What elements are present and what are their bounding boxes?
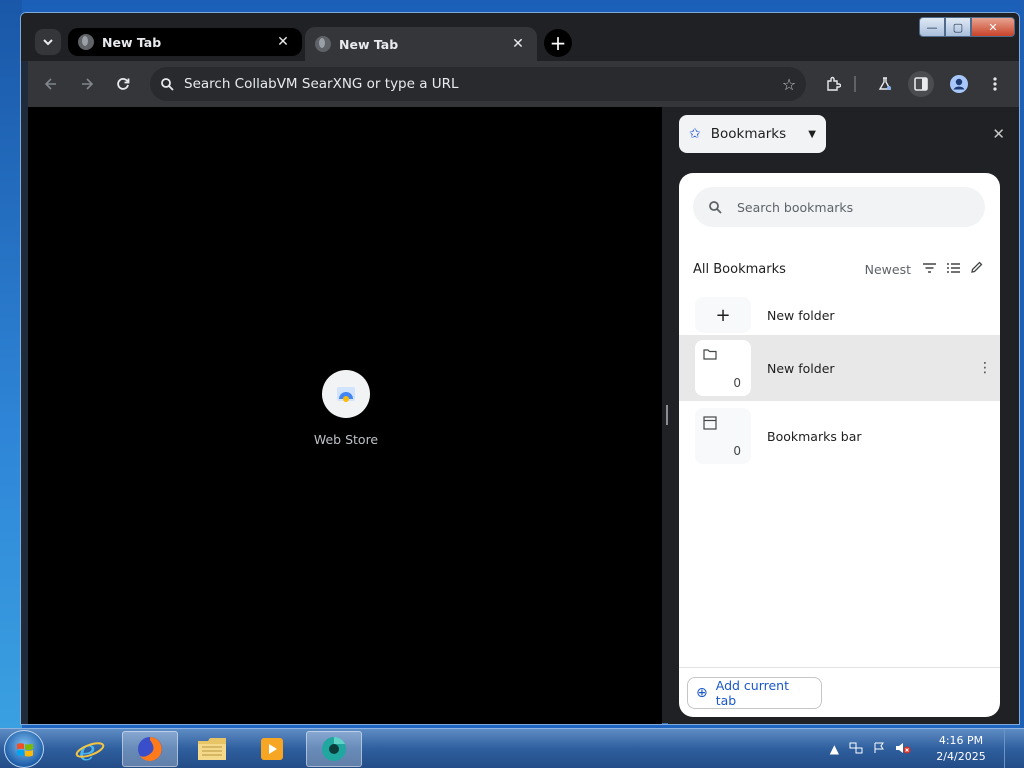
- close-icon[interactable]: ✕: [274, 34, 292, 50]
- new-tab-button[interactable]: +: [544, 29, 572, 57]
- sort-filter-icon[interactable]: [917, 262, 941, 277]
- tab-search-button[interactable]: [35, 29, 61, 55]
- new-tab-page: Web Store: [28, 107, 662, 724]
- bookmarks-search-input[interactable]: [737, 199, 957, 215]
- bookmark-item[interactable]: 0 New folder ⋮: [679, 335, 1000, 401]
- menu-kebab-icon[interactable]: [982, 71, 1008, 97]
- sort-button[interactable]: Newest: [865, 262, 911, 277]
- bookmark-thumbnail: 0: [695, 340, 751, 396]
- edit-pencil-icon[interactable]: [965, 261, 989, 277]
- bookmarks-search[interactable]: [693, 187, 985, 227]
- web-store-icon: [322, 370, 370, 418]
- address-bar-placeholder: Search CollabVM SearXNG or type a URL: [184, 76, 459, 92]
- side-panel-selector[interactable]: ✩ Bookmarks ▼: [679, 115, 826, 153]
- show-desktop-button[interactable]: [1004, 729, 1016, 768]
- reload-icon[interactable]: [110, 71, 136, 97]
- bookmark-name: New folder: [767, 360, 835, 376]
- tab-title: New Tab: [102, 34, 162, 50]
- volume-muted-icon[interactable]: [895, 742, 911, 757]
- folder-icon: [703, 348, 717, 363]
- media-player-icon[interactable]: [244, 731, 300, 767]
- bookmark-thumbnail: 0: [695, 408, 751, 464]
- shortcut-web-store[interactable]: Web Store: [314, 370, 378, 447]
- window-close-button[interactable]: ✕: [971, 17, 1015, 37]
- browser-toolbar: Search CollabVM SearXNG or type a URL ☆: [28, 61, 1019, 107]
- more-options-icon[interactable]: ⋮: [970, 360, 1000, 376]
- bookmarks-star-icon: ✩: [689, 126, 701, 142]
- search-icon: [150, 77, 184, 91]
- add-current-tab-button[interactable]: ⊕ Add current tab: [687, 677, 822, 709]
- tab-new-tab-1[interactable]: New Tab ✕: [68, 28, 302, 56]
- globe-icon: [315, 36, 331, 52]
- bookmarks-footer: ⊕ Add current tab: [679, 667, 1000, 717]
- clock-time: 4:16 PM: [938, 734, 984, 747]
- bookmark-item[interactable]: 0 Bookmarks bar: [679, 403, 1000, 469]
- action-center-flag-icon[interactable]: [873, 742, 885, 757]
- back-icon[interactable]: [38, 71, 64, 97]
- search-icon: [693, 200, 737, 214]
- view-list-icon[interactable]: [941, 262, 965, 277]
- list-title: All Bookmarks: [693, 261, 786, 277]
- desktop-background-right: [1020, 0, 1024, 728]
- side-panel-selector-label: Bookmarks: [710, 126, 787, 142]
- caret-down-icon: ▼: [808, 128, 816, 140]
- minimize-button[interactable]: —: [919, 17, 945, 37]
- bookmarks-list-header: All Bookmarks Newest: [693, 259, 989, 279]
- forward-icon[interactable]: [74, 71, 100, 97]
- add-current-tab-label: Add current tab: [715, 678, 790, 708]
- tab-title: New Tab: [339, 36, 399, 52]
- windows-logo-icon: [17, 743, 33, 757]
- file-explorer-icon[interactable]: [184, 731, 240, 767]
- globe-icon: [78, 34, 94, 50]
- system-tray: ▲ 4:16 PM 2/4/2025: [825, 729, 1016, 768]
- network-icon[interactable]: [849, 742, 863, 757]
- maximize-button[interactable]: ▢: [945, 17, 971, 37]
- bookmarks-bar-icon: [703, 416, 717, 433]
- start-button[interactable]: [4, 730, 44, 768]
- side-panel-icon[interactable]: [908, 71, 934, 97]
- extensions-icon[interactable]: [820, 71, 846, 97]
- bookmark-count: 0: [733, 376, 741, 390]
- shortcut-label: Web Store: [313, 432, 379, 447]
- side-panel: ✩ Bookmarks ▼ ✕ All Bookmarks Newest: [668, 107, 1019, 724]
- bookmark-name: Bookmarks bar: [767, 428, 862, 444]
- internet-explorer-icon[interactable]: e: [62, 731, 118, 767]
- bookmark-star-icon[interactable]: ☆: [772, 75, 806, 94]
- add-circle-icon: ⊕: [696, 685, 708, 701]
- desktop-background: [0, 0, 22, 728]
- profile-avatar-icon[interactable]: [946, 71, 972, 97]
- clock-date: 2/4/2025: [936, 750, 986, 763]
- address-bar[interactable]: Search CollabVM SearXNG or type a URL ☆: [150, 67, 806, 101]
- new-folder-label: New folder: [767, 307, 835, 323]
- tray-expand-icon[interactable]: ▲: [830, 742, 839, 756]
- new-folder-action[interactable]: + New folder: [679, 295, 1000, 335]
- toolbar-divider: [854, 76, 856, 92]
- bookmark-count: 0: [733, 444, 741, 458]
- clock[interactable]: 4:16 PM 2/4/2025: [926, 733, 996, 765]
- window-frame: [21, 13, 28, 724]
- window-controls: — ▢ ✕: [919, 17, 1015, 37]
- plus-icon: +: [695, 297, 751, 333]
- side-panel-close-icon[interactable]: ✕: [992, 125, 1005, 143]
- tab-strip: New Tab ✕ New Tab ✕ + — ▢ ✕: [21, 13, 1019, 61]
- bookmarks-card: All Bookmarks Newest + New folder: [679, 173, 1000, 717]
- close-icon[interactable]: ✕: [509, 36, 527, 52]
- firefox-icon[interactable]: [122, 731, 178, 767]
- tab-new-tab-2[interactable]: New Tab ✕: [305, 27, 537, 61]
- taskbar: e ▲ 4:16 PM 2/4/2025: [0, 728, 1024, 768]
- labs-flask-icon[interactable]: [872, 71, 898, 97]
- chevron-down-icon: [42, 33, 54, 52]
- chrome-icon[interactable]: [306, 731, 362, 767]
- browser-window: New Tab ✕ New Tab ✕ + — ▢ ✕ Search Colla…: [20, 12, 1020, 725]
